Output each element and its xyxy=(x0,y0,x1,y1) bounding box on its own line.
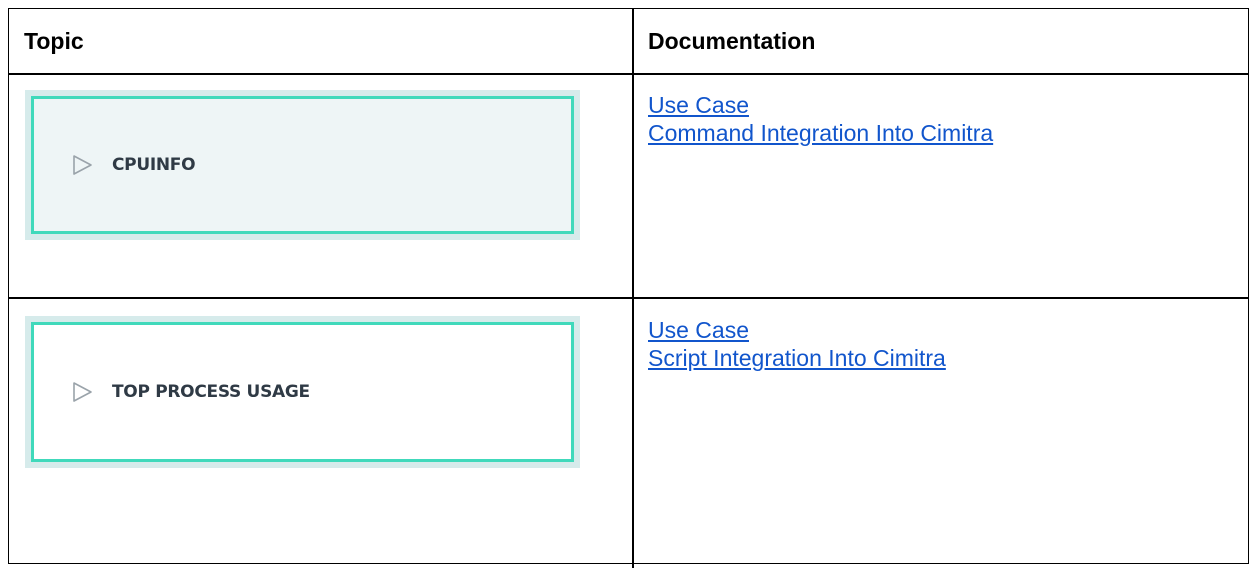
row-divider xyxy=(8,297,1249,299)
play-icon xyxy=(71,381,93,403)
command-label: TOP PROCESS USAGE xyxy=(112,382,310,402)
command-card-top-process-usage[interactable]: TOP PROCESS USAGE xyxy=(25,316,580,468)
integration-link[interactable]: Command Integration Into Cimitra xyxy=(648,119,993,147)
header-documentation: Documentation xyxy=(648,27,816,54)
use-case-link[interactable]: Use Case xyxy=(648,316,946,344)
header-divider xyxy=(8,73,1249,75)
header-topic: Topic xyxy=(24,27,84,54)
play-icon xyxy=(71,154,93,176)
integration-link[interactable]: Script Integration Into Cimitra xyxy=(648,344,946,372)
use-case-link[interactable]: Use Case xyxy=(648,91,993,119)
command-card-inner[interactable]: CPUINFO xyxy=(31,96,574,234)
command-card-inner[interactable]: TOP PROCESS USAGE xyxy=(31,322,574,462)
doc-links-row2: Use Case Script Integration Into Cimitra xyxy=(648,316,946,372)
command-card-cpuinfo[interactable]: CPUINFO xyxy=(25,90,580,240)
command-label: CPUINFO xyxy=(112,155,196,175)
column-divider xyxy=(632,8,634,568)
doc-links-row1: Use Case Command Integration Into Cimitr… xyxy=(648,91,993,147)
